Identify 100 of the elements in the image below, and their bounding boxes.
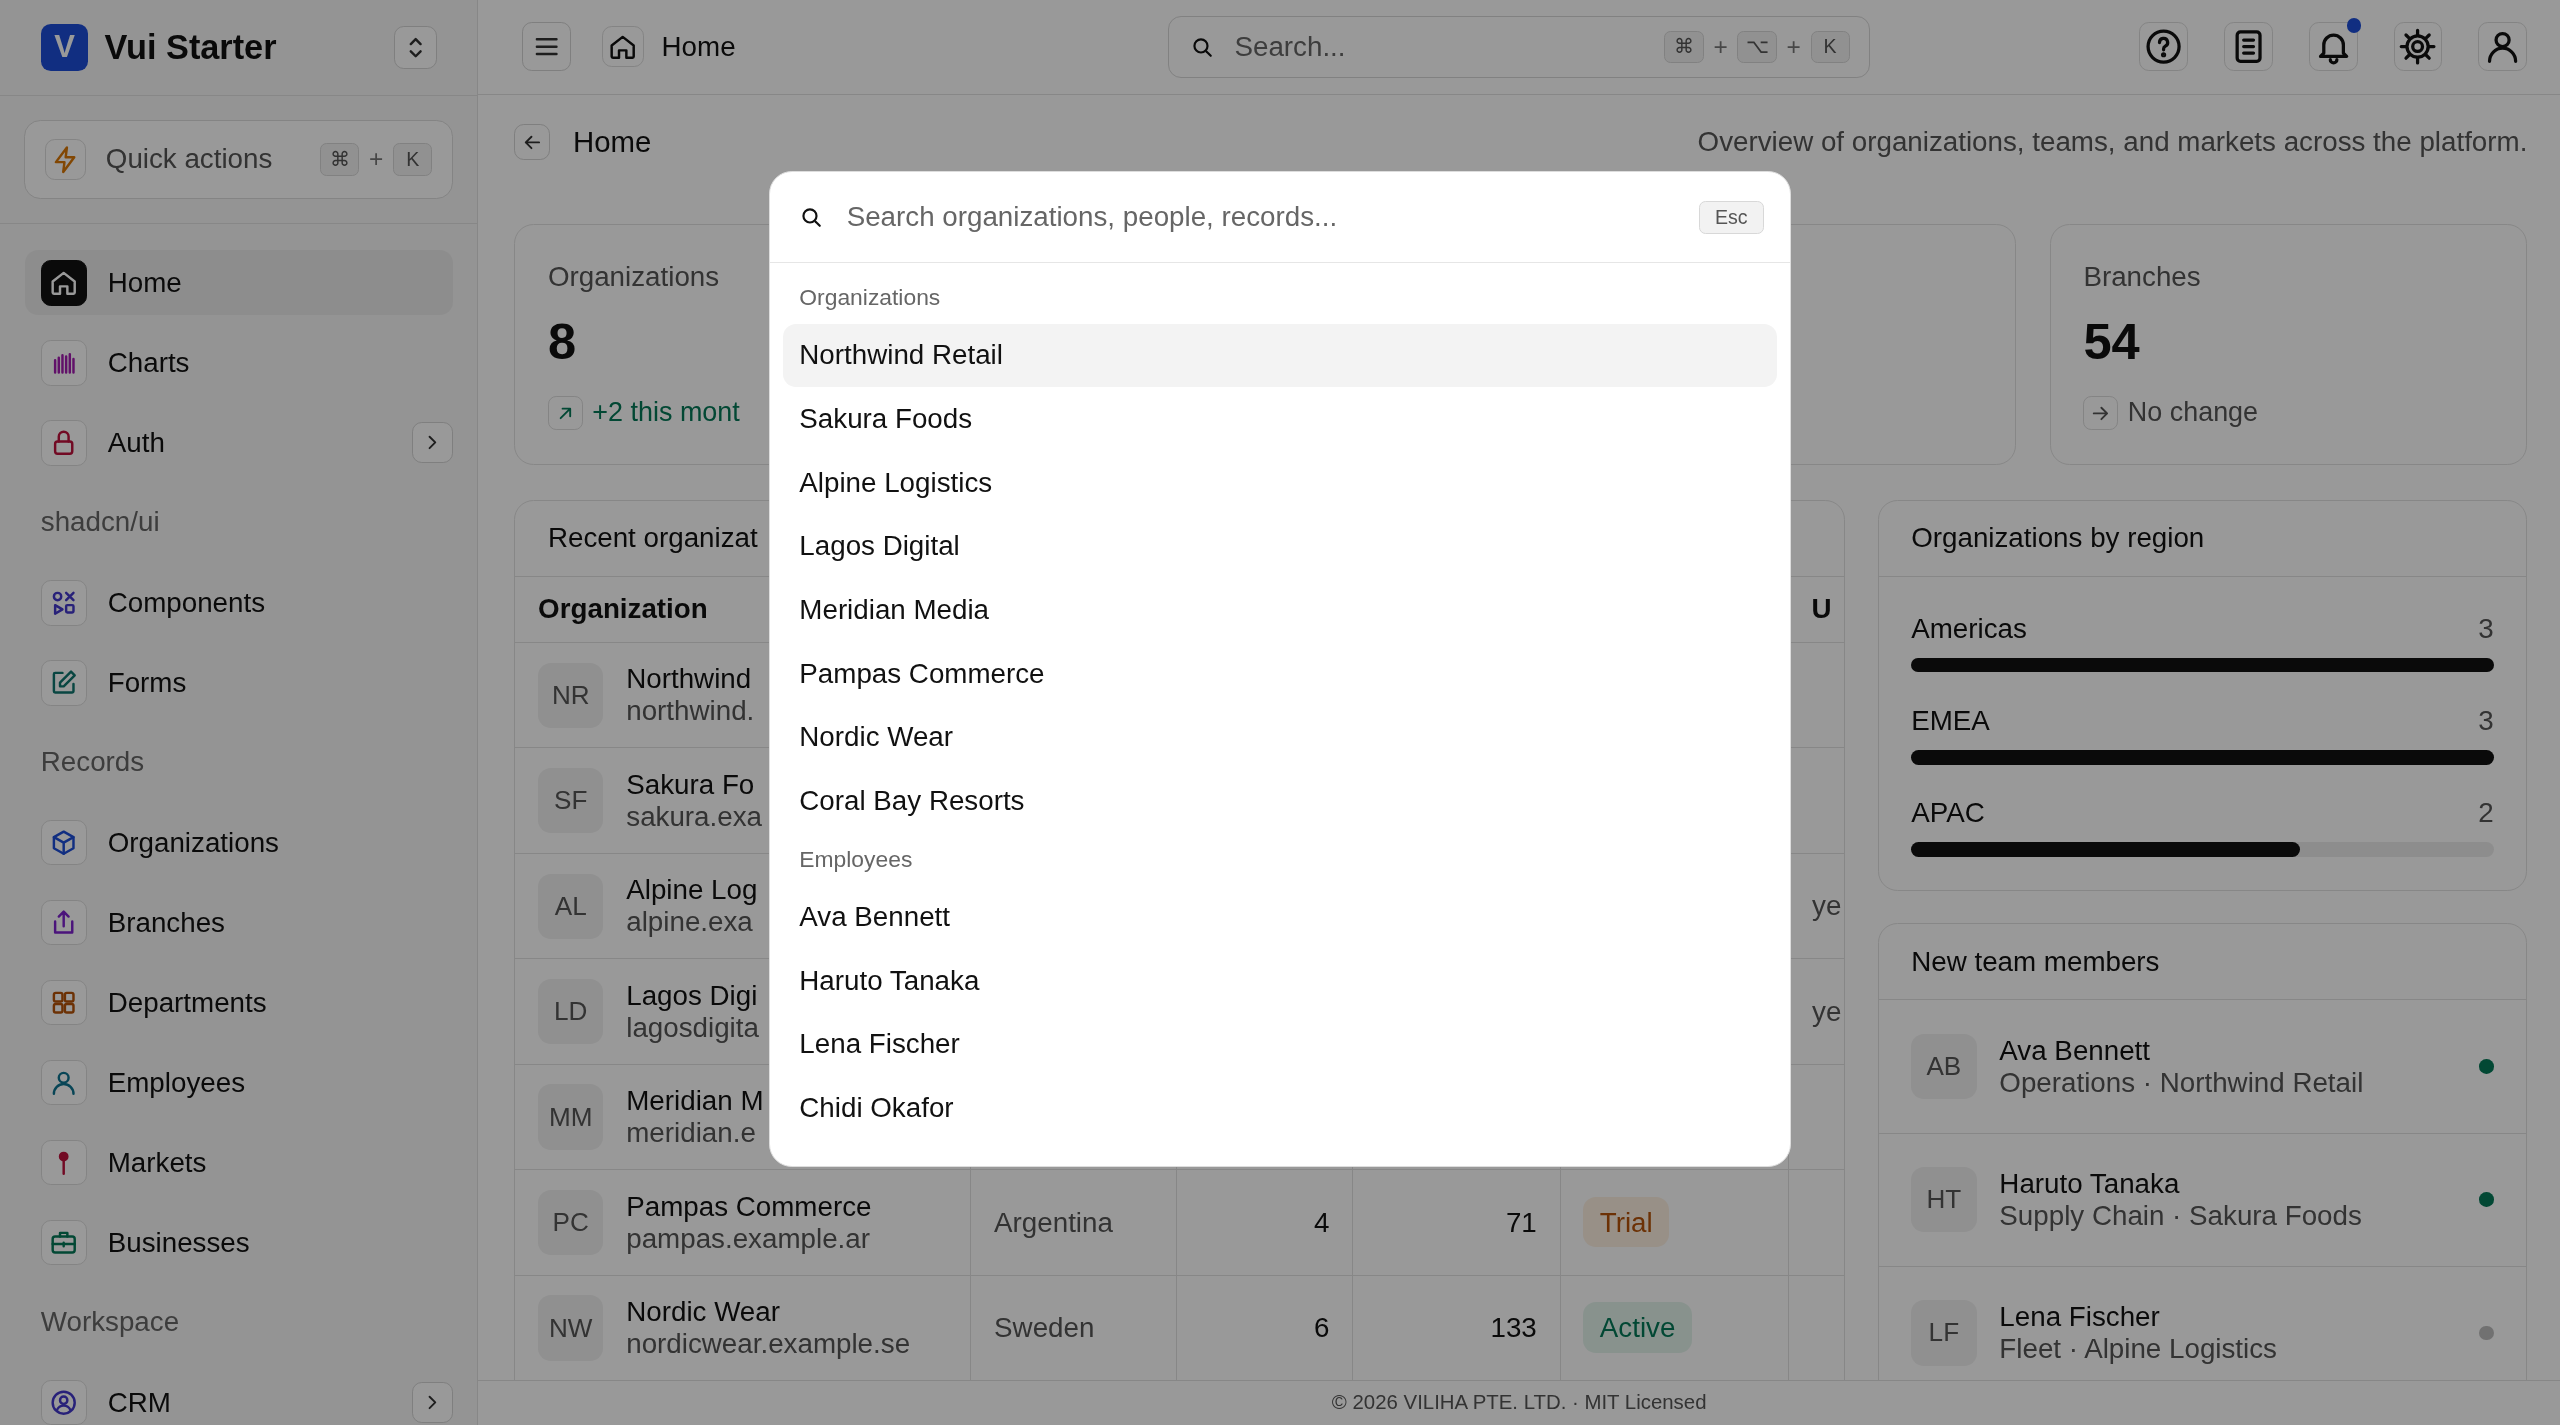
button-label: Quick actions xyxy=(105,143,274,176)
avatar: NR xyxy=(538,662,604,728)
organization-name: Meridian M xyxy=(626,1085,764,1118)
nav-item[interactable]: CRM xyxy=(24,1369,453,1426)
card-title: Organizations by region xyxy=(1911,522,2205,555)
organization-name: Nordic Wear xyxy=(626,1296,781,1329)
table-cell: Sweden xyxy=(994,1312,1095,1344)
result-item[interactable]: Lagos Digital xyxy=(783,514,1777,579)
plus-sign: + xyxy=(1713,32,1728,61)
upload-icon xyxy=(40,899,87,946)
nav-label: CRM xyxy=(107,1386,171,1419)
table-cell: ye xyxy=(1812,890,1842,922)
result-item[interactable]: Ava Bennett xyxy=(783,885,1777,949)
quick-actions-button[interactable]: Quick actions ⌘ + K xyxy=(24,120,453,199)
region-name: APAC xyxy=(1911,797,1985,830)
search-field[interactable]: Search... xyxy=(1231,29,1649,65)
member-name: Haruto Tanaka xyxy=(1999,1167,2181,1200)
table-cell: 133 xyxy=(1490,1312,1537,1344)
nav-label: Businesses xyxy=(107,1226,250,1259)
keyboard-key: ⌥ xyxy=(1737,30,1777,64)
document-button[interactable] xyxy=(2223,22,2273,72)
nav-item[interactable]: Organizations xyxy=(24,810,453,876)
lock-icon xyxy=(40,419,87,466)
grid-icon xyxy=(40,979,87,1026)
nav-item[interactable]: Auth xyxy=(24,410,453,476)
avatar: AL xyxy=(538,873,604,939)
edit-icon xyxy=(40,659,87,706)
result-item[interactable]: Chidi Okafor xyxy=(783,1076,1777,1140)
organization-name: Pampas Commerce xyxy=(626,1190,872,1223)
result-item[interactable]: Pampas Commerce xyxy=(783,641,1777,706)
nav-item[interactable]: Charts xyxy=(24,330,453,396)
organization-domain: nordicwear.example.se xyxy=(626,1328,911,1361)
nav-item[interactable]: Components xyxy=(24,570,453,636)
nav-label: Employees xyxy=(107,1066,245,1099)
breadcrumb[interactable]: Home xyxy=(661,30,736,63)
avatar: PC xyxy=(538,1189,604,1256)
region-count: 2 xyxy=(2478,797,2494,830)
table-cell: 6 xyxy=(1314,1312,1330,1344)
nav-item[interactable]: Employees xyxy=(24,1049,453,1116)
avatar: MM xyxy=(538,1084,604,1150)
group-title: Organizations xyxy=(798,282,942,312)
nav-item[interactable]: Businesses xyxy=(24,1209,453,1276)
nav-label: Organizations xyxy=(107,826,279,859)
help-button[interactable] xyxy=(2138,22,2188,72)
card-title: New team members xyxy=(1911,945,2160,978)
plus-sign: + xyxy=(369,145,384,174)
briefcase-icon xyxy=(40,1219,87,1266)
keyboard-key: ⌘ xyxy=(1664,30,1704,64)
member-detail: Operations · Northwind Retail xyxy=(1999,1066,2364,1099)
search-bar[interactable]: Search... ⌘ + ⌥ + K xyxy=(1168,15,1871,78)
result-item[interactable]: Sakura Foods xyxy=(783,387,1777,451)
nav-item[interactable]: Forms xyxy=(24,650,453,716)
member-name: Lena Fischer xyxy=(1999,1301,2161,1333)
result-item[interactable]: Haruto Tanaka xyxy=(783,948,1777,1013)
organization-domain: pampas.example.ar xyxy=(626,1222,871,1255)
menu-button[interactable] xyxy=(522,22,572,72)
result-item[interactable]: Alpine Logistics xyxy=(783,450,1777,515)
table-cell: 71 xyxy=(1505,1206,1537,1238)
region-count: 3 xyxy=(2478,704,2494,737)
avatar: AB xyxy=(1911,1033,1977,1100)
nav-label: Home xyxy=(107,266,182,299)
page-description: Overview of organizations, teams, and markets across the platform. xyxy=(1697,126,2528,158)
avatar: HT xyxy=(1911,1167,1977,1233)
search-field[interactable]: Search organizations, people, records... xyxy=(843,199,1679,235)
result-item[interactable]: Lena Fischer xyxy=(783,1012,1777,1077)
settings-button[interactable] xyxy=(2393,22,2443,72)
avatar: NW xyxy=(538,1295,604,1361)
status-tag: Active xyxy=(1583,1302,1692,1353)
section-title: Records xyxy=(40,745,146,780)
keyboard-key: K xyxy=(1810,30,1850,64)
region-name: Americas xyxy=(1911,612,2027,645)
result-item[interactable]: Nordic Wear xyxy=(783,705,1777,770)
result-item[interactable]: Northwind Retail xyxy=(783,323,1777,388)
app-name: Vui Starter xyxy=(104,27,278,67)
nav-label: Components xyxy=(107,586,266,619)
organization-name: Lagos Digi xyxy=(626,979,759,1012)
person-icon xyxy=(40,1059,87,1106)
region-count: 3 xyxy=(2478,612,2494,645)
organization-name: Northwind xyxy=(626,663,753,696)
trend-note: No change xyxy=(2127,397,2259,429)
settings-icon xyxy=(2398,27,2438,67)
nav-item[interactable]: Branches xyxy=(24,889,453,956)
member-name: Ava Bennett xyxy=(1999,1034,2152,1067)
back-button[interactable] xyxy=(514,124,551,160)
nav-label: Charts xyxy=(107,346,190,379)
account-button[interactable] xyxy=(2478,22,2528,72)
stat-label: Organizations xyxy=(547,260,720,293)
region-name: EMEA xyxy=(1911,704,1990,737)
nav-label: Auth xyxy=(107,426,165,459)
workspace-switcher-button[interactable] xyxy=(394,26,437,69)
organization-domain: sakura.exa xyxy=(626,800,762,833)
plus-sign: + xyxy=(1786,32,1801,61)
nav-item[interactable]: Markets xyxy=(24,1129,453,1196)
nav-item[interactable]: Departments xyxy=(24,969,453,1036)
nav-item[interactable]: Home xyxy=(24,250,453,316)
organization-name: Sakura Fo xyxy=(626,768,756,801)
nav-label: Departments xyxy=(107,986,267,1019)
keyboard-key: K xyxy=(393,143,433,176)
nav-label: Forms xyxy=(107,666,187,699)
result-item[interactable]: Coral Bay Resorts xyxy=(783,769,1777,833)
